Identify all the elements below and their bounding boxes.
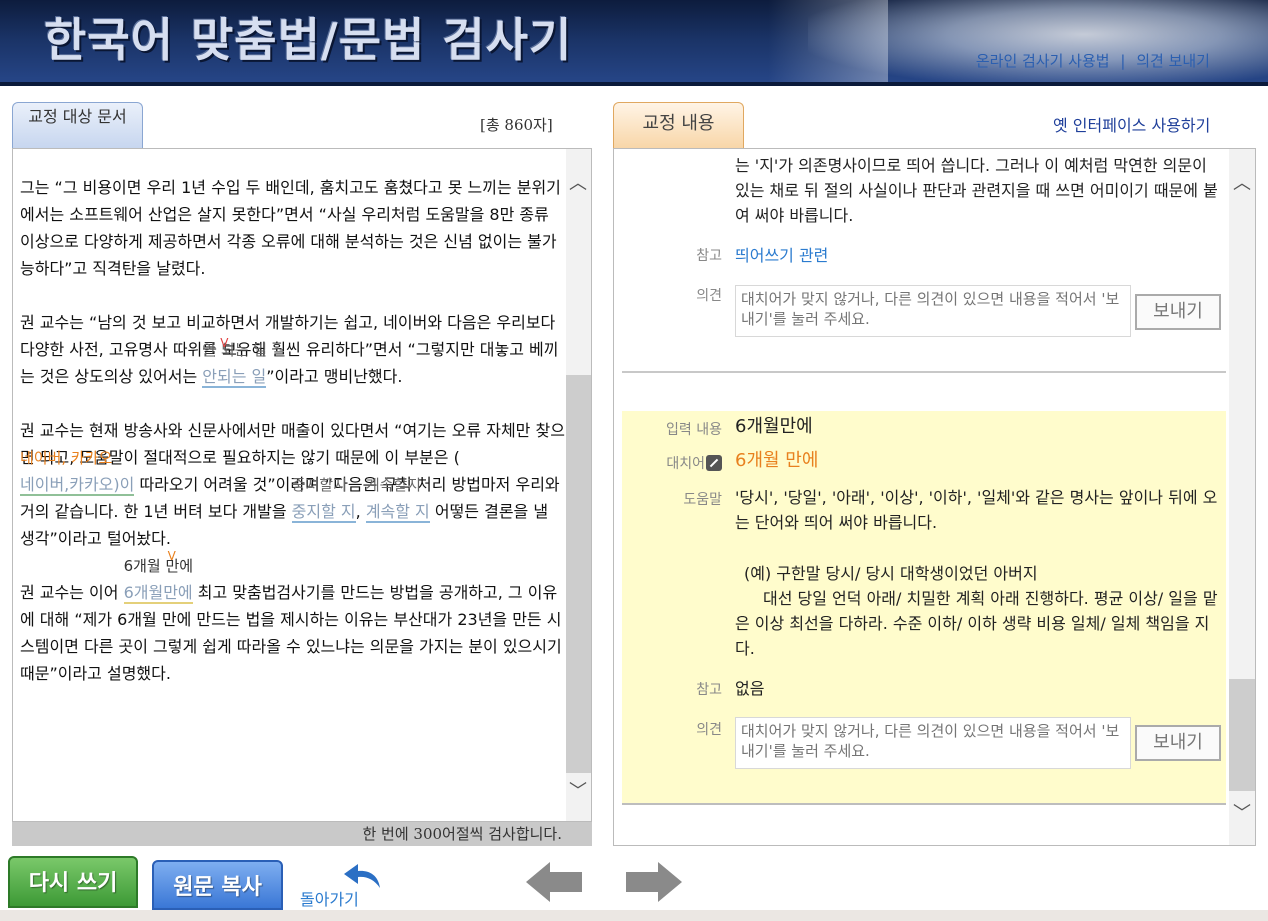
- input-value: 6개월만에: [735, 416, 813, 437]
- help-label: 도움말: [683, 492, 722, 508]
- tab-source-document[interactable]: 교정 대상 문서: [12, 102, 143, 148]
- source-document-box: 그는 “그 비용이면 우리 1년 수입 두 배인데, 훔치고도 훔쳤다고 못 느…: [12, 148, 592, 822]
- usage-link[interactable]: 온라인 검사기 사용법: [976, 52, 1110, 70]
- corrections-box: 는 '지'가 의존명사이므로 띄어 씁니다. 그러나 이 예처럼 막연한 의문이…: [613, 148, 1256, 846]
- opinion-label: 의견: [696, 722, 722, 738]
- card-divider: [622, 371, 1226, 373]
- reference-value: 없음: [735, 679, 765, 698]
- text-span: ,: [355, 502, 366, 521]
- error-word[interactable]: 중지할지중지할 지: [291, 477, 356, 525]
- replacement-label-text: 대치어: [666, 456, 705, 472]
- text-span: 권 교수는 이어: [20, 583, 124, 602]
- error-word[interactable]: 네이버, 카카오네이버,카카오)이: [20, 450, 135, 498]
- left-scrollbar[interactable]: ︿ ﹀: [566, 149, 591, 821]
- error-text: 네이버,카카오)이: [20, 475, 135, 496]
- opinion-label: 의견: [696, 288, 722, 304]
- back-label: 돌아가기: [300, 890, 359, 909]
- old-interface-link[interactable]: 옛 인터페이스 사용하기: [1053, 112, 1210, 136]
- reference-label: 참고: [696, 248, 722, 264]
- correction-caret: V: [220, 336, 229, 350]
- copy-original-button[interactable]: 원문 복사: [152, 860, 283, 910]
- paragraph-2: 권 교수는 “남의 것 보고 비교하면서 개발하기는 쉽고, 네이버와 다음은 …: [20, 309, 565, 390]
- rewrite-button[interactable]: 다시 쓰기: [8, 856, 138, 908]
- left-scroll-thumb[interactable]: [566, 375, 591, 773]
- reference-link[interactable]: 띄어쓰기 관련: [735, 243, 828, 268]
- paragraph-3: 권 교수는 현재 방송사와 신문사에서만 매출이 있다면서 “여기는 오류 자체…: [20, 417, 565, 552]
- replacement-value[interactable]: 6개월 만에: [735, 448, 818, 473]
- suggestion-label: 네이버, 카카오: [20, 449, 113, 467]
- header-banner: 한국어 맞춤법/문법 검사기 온라인 검사기 사용법 | 의견 보내기: [0, 0, 1268, 86]
- right-scrollbar[interactable]: ︿ ﹀: [1229, 149, 1255, 845]
- error-text: 6개월만에: [123, 583, 193, 604]
- scroll-down-icon[interactable]: ﹀: [569, 777, 587, 803]
- correction-card-active: 입력 내용 6개월만에 대치어 6개월 만에 도움말 '당시', '당일', '…: [622, 411, 1226, 805]
- correction-caret: V: [167, 549, 176, 563]
- app-title: 한국어 맞춤법/문법 검사기: [44, 13, 573, 67]
- suggestion-label: 6개월 만에: [123, 557, 194, 575]
- pen-icon[interactable]: [706, 455, 722, 471]
- header-bottom-line: [0, 82, 1268, 86]
- text-span: ”이라고 맹비난했다.: [266, 367, 403, 386]
- source-text: 그는 “그 비용이면 우리 1년 수입 두 배인데, 훔치고도 훔쳤다고 못 느…: [20, 174, 565, 687]
- error-word[interactable]: 6개월 만에 V 6개월만에: [123, 550, 193, 606]
- help-example-1: (예) 구한말 당시/ 당시 대학생이었던 아버지: [744, 564, 1038, 583]
- scroll-up-icon[interactable]: ︿: [1233, 169, 1251, 195]
- send-button[interactable]: 보내기: [1135, 294, 1221, 330]
- help-text: '당시', '당일', '아래', '이상', '이하', '일체'와 같은 명…: [735, 488, 1218, 532]
- error-word[interactable]: 계속할지계속할 지: [365, 477, 430, 525]
- right-scroll-thumb[interactable]: [1229, 679, 1255, 791]
- correction-card: 는 '지'가 의존명사이므로 띄어 씁니다. 그러나 이 예처럼 막연한 의문이…: [622, 149, 1226, 373]
- scroll-up-icon[interactable]: ︿: [569, 169, 587, 195]
- bottom-strip: [0, 910, 1268, 921]
- suggestion-label: 안 되는 일: [202, 341, 268, 359]
- suggestion-label: 중지할지: [291, 476, 347, 494]
- help-text: 는 '지'가 의존명사이므로 띄어 씁니다. 그러나 이 예처럼 막연한 의문이…: [735, 156, 1218, 225]
- error-text: 안되는 일: [202, 367, 267, 388]
- error-word[interactable]: 안 되는 일 V 안되는 일: [202, 337, 267, 390]
- link-separator: |: [1120, 52, 1126, 70]
- error-text: 중지할 지: [291, 502, 356, 523]
- feedback-link[interactable]: 의견 보내기: [1136, 52, 1210, 70]
- send-button[interactable]: 보내기: [1135, 725, 1221, 761]
- input-label: 입력 내용: [666, 422, 722, 438]
- suggestion-label: 계속할지: [365, 476, 422, 494]
- batch-notice: 한 번에 300어절씩 검사합니다.: [12, 822, 592, 846]
- paragraph-4: 권 교수는 이어 6개월 만에 V 6개월만에 최고 맞춤법검사기를 만드는 방법을…: [20, 550, 565, 687]
- opinion-input[interactable]: [735, 717, 1131, 769]
- help-example-2: 대선 당일 언덕 아래/ 치밀한 계획 아래 진행하다. 평균 이상/ 일을 맡…: [735, 589, 1218, 658]
- paragraph-1: 그는 “그 비용이면 우리 1년 수입 두 배인데, 훔치고도 훔쳤다고 못 느…: [20, 178, 561, 278]
- char-count: [총 860자]: [480, 116, 553, 134]
- right-arrow-icon[interactable]: [624, 860, 684, 904]
- back-button[interactable]: 돌아가기: [300, 860, 390, 910]
- opinion-input[interactable]: [735, 285, 1131, 337]
- error-text: 계속할 지: [365, 502, 430, 523]
- scroll-down-icon[interactable]: ﹀: [1233, 799, 1251, 825]
- reference-label: 참고: [696, 682, 722, 698]
- header-glow: [808, 0, 1268, 86]
- replacement-label: 대치어: [622, 453, 722, 473]
- tab-corrections[interactable]: 교정 내용: [613, 102, 744, 148]
- header-links: 온라인 검사기 사용법 | 의견 보내기: [976, 50, 1210, 71]
- left-arrow-icon[interactable]: [524, 860, 584, 904]
